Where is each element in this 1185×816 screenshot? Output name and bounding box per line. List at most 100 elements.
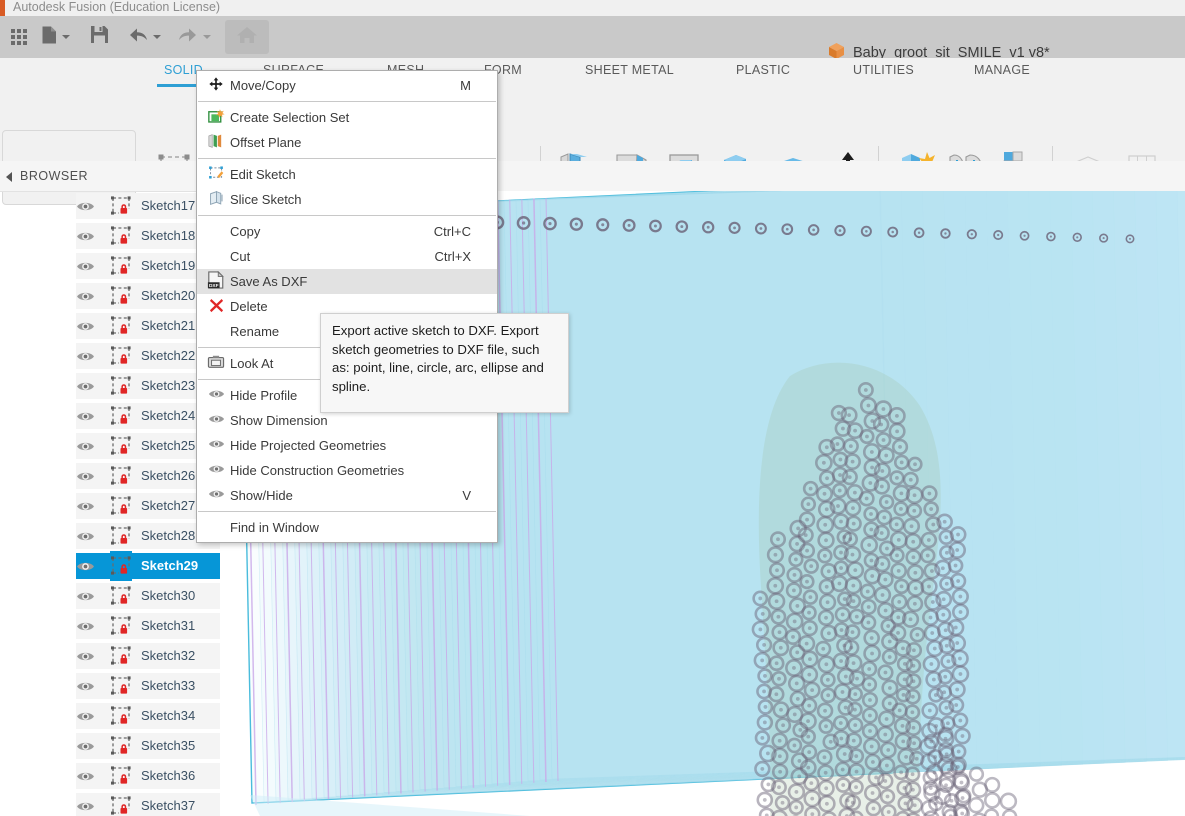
tree-row[interactable]: Sketch37 [0,791,230,816]
tree-row-label: Sketch23 [141,378,196,393]
menu-item-label: Delete [230,299,268,314]
tab-plastic[interactable]: PLASTIC [736,63,790,77]
menu-item-move-copy[interactable]: Move/Copy M [197,73,497,98]
sketch-locked-icon [110,491,132,521]
selection-set-icon [207,108,225,127]
browser-header: BROWSER [0,161,1185,192]
chevron-down-icon [203,35,211,39]
menu-item-label: Hide Projected Geometries [230,438,387,453]
tab-manage[interactable]: MANAGE [974,63,1030,77]
menu-item-shortcut: Ctrl+X [434,249,471,264]
tree-row-label: Sketch17 [141,198,196,213]
menu-item-edit-sketch[interactable]: Edit Sketch [197,162,497,187]
tree-row-label: Sketch24 [141,408,196,423]
tab-sheet-metal[interactable]: SHEET METAL [585,63,674,77]
menu-item-create-selection-set[interactable]: Create Selection Set [197,105,497,130]
visibility-eye-icon[interactable] [76,221,95,251]
tree-row-label: Sketch19 [141,258,196,273]
tree-row-label: Sketch33 [141,678,196,693]
visibility-eye-icon[interactable] [76,191,95,221]
tree-row-label: Sketch27 [141,498,196,513]
new-file-button[interactable] [34,20,76,54]
visibility-eye-icon[interactable] [76,611,95,641]
menu-item-label: Show/Hide [230,488,293,503]
menu-item-label: Edit Sketch [230,167,296,182]
visibility-eye-icon[interactable] [76,371,95,401]
app-grid-button[interactable] [4,20,34,54]
move-arrows-icon [208,76,224,95]
offset-plane-icon [203,130,229,155]
menu-item-shortcut: V [462,488,471,503]
menu-item-find-in-window[interactable]: Find in Window [197,515,497,540]
save-button[interactable] [84,20,114,54]
tab-utilities[interactable]: UTILITIES [853,63,914,77]
visibility-eye-icon[interactable] [76,461,95,491]
visibility-eye-icon[interactable] [76,251,95,281]
visibility-eye-icon[interactable] [76,431,95,461]
visibility-eye-icon[interactable] [76,731,95,761]
tree-row-label: Sketch29 [141,558,199,573]
menu-item-label: Hide Construction Geometries [230,463,405,478]
sketch-locked-icon [110,431,132,461]
sketch-locked-icon [110,521,132,551]
menu-separator [198,215,496,216]
collapse-left-icon[interactable] [6,172,12,182]
menu-item-show-hide[interactable]: Show/Hide V [197,483,497,508]
undo-button[interactable] [122,20,166,54]
look-at-icon [203,351,229,376]
tree-row-label: Sketch31 [141,618,196,633]
menu-item-hide-construction-geometries[interactable]: Hide Construction Geometries [197,458,497,483]
tree-row[interactable]: Sketch30 [0,581,230,611]
eye-icon [203,483,229,508]
visibility-eye-icon[interactable] [76,641,95,671]
home-button[interactable] [225,20,269,54]
tree-row-label: Sketch18 [141,228,196,243]
visibility-eye-icon[interactable] [76,311,95,341]
dxf-icon: DXF [203,269,229,294]
quick-access-toolbar: Baby_groot_sit_SMILE_v1 v8* [0,16,1185,61]
edit-sketch-icon [208,165,225,184]
sketch-point [984,776,1001,793]
tree-row[interactable]: Sketch36 [0,761,230,791]
tree-row[interactable]: Sketch33 [0,671,230,701]
menu-item-save-as-dxf[interactable]: DXF Save As DXF [197,269,497,294]
visibility-eye-icon[interactable] [76,401,95,431]
visibility-eye-icon[interactable] [76,581,95,611]
menu-item-copy[interactable]: Copy Ctrl+C [197,219,497,244]
visibility-eye-icon[interactable] [76,701,95,731]
visibility-eye-icon[interactable] [76,551,95,581]
chevron-down-icon [153,35,161,39]
sketch-locked-icon [110,731,132,761]
menu-item-no-icon [203,319,229,344]
eye-icon [208,463,225,478]
context-menu[interactable]: Move/Copy M Create Selection Set Offset Pla… [196,70,498,543]
sketch-locked-icon [110,221,132,251]
visibility-eye-icon[interactable] [76,791,95,816]
visibility-eye-icon[interactable] [76,671,95,701]
tree-row-label: Sketch30 [141,588,196,603]
menu-item-slice-sketch[interactable]: Slice Sketch [197,187,497,212]
visibility-eye-icon[interactable] [76,521,95,551]
edit-sketch-icon [203,162,229,187]
tree-row[interactable]: Sketch31 [0,611,230,641]
tree-row[interactable]: Sketch32 [0,641,230,671]
eye-icon [208,413,225,428]
menu-item-cut[interactable]: Cut Ctrl+X [197,244,497,269]
visibility-eye-icon[interactable] [76,341,95,371]
menu-separator [198,158,496,159]
tree-row-label: Sketch22 [141,348,196,363]
eye-icon [208,388,225,403]
menu-item-offset-plane[interactable]: Offset Plane [197,130,497,155]
sketch-locked-icon [110,311,132,341]
slice-sketch-icon [208,190,225,209]
tree-row[interactable]: Sketch35 [0,731,230,761]
sketch-point [983,808,1000,816]
tree-row[interactable]: Sketch29 [0,551,230,581]
visibility-eye-icon[interactable] [76,761,95,791]
eye-icon [203,433,229,458]
redo-button[interactable] [172,20,216,54]
tree-row[interactable]: Sketch34 [0,701,230,731]
visibility-eye-icon[interactable] [76,281,95,311]
visibility-eye-icon[interactable] [76,491,95,521]
menu-item-hide-projected-geometries[interactable]: Hide Projected Geometries [197,433,497,458]
